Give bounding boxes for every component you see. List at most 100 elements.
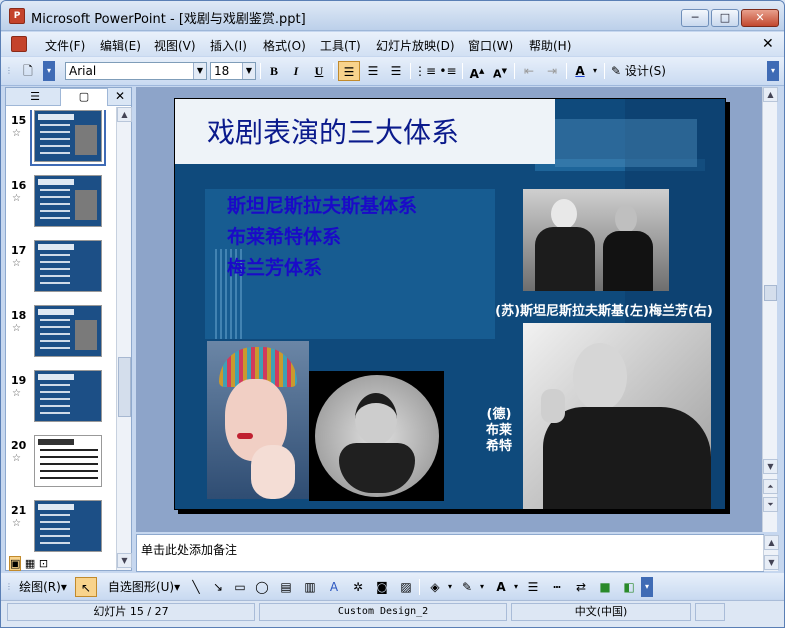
chevron-down-icon[interactable]: ▾ bbox=[511, 577, 521, 597]
bullet-list[interactable]: 斯坦尼斯拉夫斯基体系 布莱希特体系 梅兰芳体系 bbox=[227, 191, 417, 284]
scroll-down-icon[interactable]: ▼ bbox=[763, 459, 778, 474]
increase-font-icon[interactable]: A▲ bbox=[466, 61, 488, 81]
decrease-font-icon[interactable]: A▼ bbox=[489, 61, 511, 81]
close-document-icon[interactable]: ✕ bbox=[762, 36, 774, 52]
toolbar-options-icon[interactable]: ▾ bbox=[767, 61, 779, 81]
menu-format[interactable]: 格式(O) bbox=[263, 37, 306, 54]
menu-window[interactable]: 窗口(W) bbox=[468, 37, 513, 54]
slide-thumbnail[interactable] bbox=[34, 240, 102, 292]
close-button[interactable]: ✕ bbox=[741, 9, 779, 27]
new-file-icon[interactable]: 🗋 bbox=[17, 61, 39, 81]
menu-help[interactable]: 帮助(H) bbox=[529, 37, 571, 54]
shadow-style-icon[interactable]: ■ bbox=[595, 577, 615, 597]
scroll-up-icon[interactable]: ▲ bbox=[117, 107, 132, 122]
menu-slideshow[interactable]: 幻灯片放映(D) bbox=[376, 37, 455, 54]
line-color-icon[interactable]: ✎ bbox=[457, 577, 477, 597]
slide-thumbnail-row[interactable]: 15 ☆ bbox=[6, 110, 118, 176]
font-size-combo[interactable]: 18 ▼ bbox=[210, 62, 256, 80]
scroll-down-icon[interactable]: ▼ bbox=[117, 553, 132, 568]
toolbar-options-icon[interactable]: ▾ bbox=[43, 61, 55, 81]
align-left-button[interactable]: ☰ bbox=[338, 61, 360, 81]
photo-brecht[interactable] bbox=[523, 323, 711, 509]
close-pane-icon[interactable]: ✕ bbox=[112, 89, 128, 105]
diagram-icon[interactable]: ✲ bbox=[348, 577, 368, 597]
slide-thumbnail-row[interactable]: 17 ☆ bbox=[6, 240, 118, 306]
numbering-icon[interactable]: ⋮≡ bbox=[414, 61, 436, 81]
slide-thumbnail-row[interactable]: 20 ☆ bbox=[6, 435, 118, 501]
align-center-button[interactable]: ☰ bbox=[362, 61, 384, 81]
current-slide[interactable]: 戏剧表演的三大体系 斯坦尼斯拉夫斯基体系 布莱希特体系 梅兰芳体系 (苏)斯坦尼… bbox=[174, 98, 726, 510]
chevron-down-icon[interactable]: ▼ bbox=[242, 63, 255, 79]
powerpoint-app-icon[interactable]: P bbox=[9, 8, 25, 24]
title-bar[interactable]: P Microsoft PowerPoint - [戏剧与戏剧鉴赏.ppt] ─… bbox=[1, 1, 784, 31]
font-color-icon[interactable]: A bbox=[570, 61, 590, 81]
chevron-down-icon[interactable]: ▾ bbox=[590, 61, 600, 81]
slide-scrollbar[interactable]: ▲ ▼ ⏶ ⏷ bbox=[762, 87, 778, 532]
arrow-icon[interactable]: ↘ bbox=[208, 577, 228, 597]
underline-button[interactable]: U bbox=[309, 61, 329, 81]
wordart-icon[interactable]: A bbox=[324, 577, 344, 597]
decrease-indent-icon[interactable]: ⇤ bbox=[518, 61, 540, 81]
scroll-thumb[interactable] bbox=[118, 357, 131, 417]
minimize-button[interactable]: ─ bbox=[681, 9, 709, 27]
chevron-down-icon[interactable]: ▾ bbox=[445, 577, 455, 597]
scroll-down-icon[interactable]: ▼ bbox=[764, 555, 779, 570]
slide-thumbnail[interactable] bbox=[34, 435, 102, 487]
line-style-icon[interactable]: ☰ bbox=[523, 577, 543, 597]
slides-pane-scrollbar[interactable]: ▲ ▼ bbox=[116, 107, 132, 570]
title-box[interactable]: 戏剧表演的三大体系 bbox=[175, 99, 555, 164]
3d-style-icon[interactable]: ◧ bbox=[619, 577, 639, 597]
slide-thumbnail[interactable] bbox=[34, 175, 102, 227]
slide-thumbnail[interactable] bbox=[30, 110, 106, 166]
oval-icon[interactable]: ◯ bbox=[252, 577, 272, 597]
clipart-icon[interactable]: ◙ bbox=[372, 577, 392, 597]
toolbar-grip[interactable]: ⋮ bbox=[5, 577, 13, 597]
insert-picture-icon[interactable]: ▨ bbox=[396, 577, 416, 597]
menu-view[interactable]: 视图(V) bbox=[154, 37, 196, 54]
menu-insert[interactable]: 插入(I) bbox=[210, 37, 247, 54]
next-slide-icon[interactable]: ⏷ bbox=[763, 497, 778, 512]
slide-thumbnail-row[interactable]: 18 ☆ bbox=[6, 305, 118, 371]
autoshapes-button[interactable]: 自选图形(U)▾ bbox=[104, 577, 184, 597]
scroll-up-icon[interactable]: ▲ bbox=[763, 87, 778, 102]
design-button[interactable]: ✎ 设计(S) bbox=[611, 61, 671, 81]
bold-button[interactable]: B bbox=[264, 61, 284, 81]
slides-tab[interactable]: ▢ bbox=[60, 88, 108, 106]
notes-scrollbar[interactable]: ▲ ▼ bbox=[763, 535, 779, 571]
slide-thumbnail-row[interactable]: 19 ☆ bbox=[6, 370, 118, 436]
fill-color-icon[interactable]: ◈ bbox=[425, 577, 445, 597]
slide-thumbnail[interactable] bbox=[34, 500, 102, 552]
toolbar-options-icon[interactable]: ▾ bbox=[641, 577, 653, 597]
document-icon[interactable] bbox=[11, 36, 27, 52]
font-name-combo[interactable]: Arial ▼ bbox=[65, 62, 207, 80]
slideshow-icon[interactable]: ⊡ bbox=[39, 557, 48, 570]
menu-tools[interactable]: 工具(T) bbox=[320, 37, 361, 54]
slide-thumbnail[interactable] bbox=[34, 370, 102, 422]
slide-thumbnail-row[interactable]: 16 ☆ bbox=[6, 175, 118, 241]
maximize-button[interactable]: □ bbox=[711, 9, 739, 27]
chevron-down-icon[interactable]: ▾ bbox=[477, 577, 487, 597]
scroll-thumb[interactable] bbox=[764, 285, 777, 301]
toolbar-grip[interactable]: ⋮ bbox=[5, 61, 13, 81]
slide-sorter-icon[interactable]: ▦ bbox=[25, 557, 35, 570]
menu-edit[interactable]: 编辑(E) bbox=[100, 37, 141, 54]
italic-button[interactable]: I bbox=[286, 61, 306, 81]
select-pointer-icon[interactable]: ↖ bbox=[75, 577, 97, 597]
previous-slide-icon[interactable]: ⏶ bbox=[763, 479, 778, 494]
outline-tab[interactable]: ☰ bbox=[12, 89, 58, 105]
line-icon[interactable]: ╲ bbox=[186, 577, 206, 597]
font-color-icon[interactable]: A bbox=[491, 577, 511, 597]
align-right-button[interactable]: ☰ bbox=[385, 61, 407, 81]
textbox-icon[interactable]: ▤ bbox=[276, 577, 296, 597]
vertical-textbox-icon[interactable]: ▥ bbox=[300, 577, 320, 597]
photo-stanislavski-meilanfang[interactable] bbox=[523, 189, 669, 291]
arrow-style-icon[interactable]: ⇄ bbox=[571, 577, 591, 597]
scroll-up-icon[interactable]: ▲ bbox=[764, 535, 779, 550]
bullets-icon[interactable]: •≡ bbox=[437, 61, 459, 81]
normal-view-icon[interactable]: ▣ bbox=[9, 556, 22, 571]
slide-thumbnail[interactable] bbox=[34, 305, 102, 357]
chevron-down-icon[interactable]: ▼ bbox=[193, 63, 206, 79]
photo-opera-face[interactable] bbox=[207, 341, 309, 499]
notes-pane[interactable]: 单击此处添加备注 ▲ ▼ bbox=[136, 534, 779, 572]
draw-menu-button[interactable]: 绘图(R)▾ bbox=[15, 577, 71, 597]
